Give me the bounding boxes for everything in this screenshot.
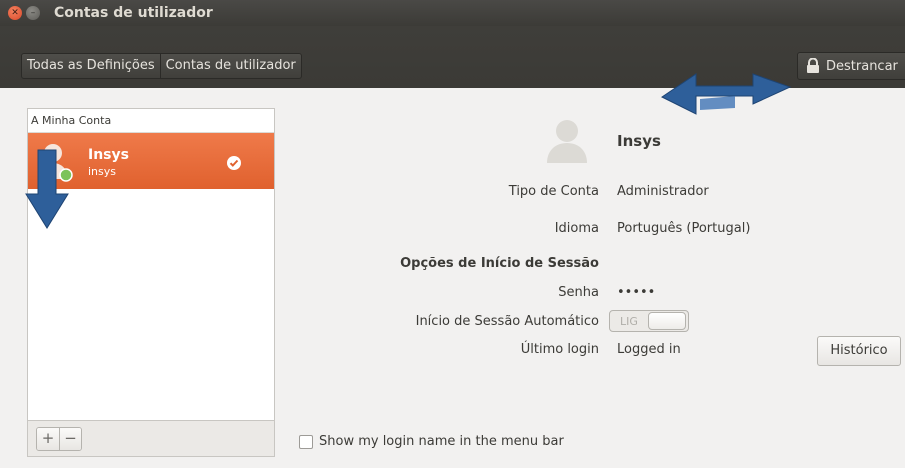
user-list-toolbar: + − xyxy=(27,421,275,457)
detail-avatar-icon[interactable] xyxy=(544,117,590,165)
current-user-check-icon xyxy=(226,155,242,171)
auto-login-toggle[interactable]: LIG xyxy=(609,310,689,332)
password-label: Senha xyxy=(558,285,599,300)
auto-login-label: Início de Sessão Automático xyxy=(415,314,599,329)
window-title: Contas de utilizador xyxy=(54,5,213,21)
breadcrumb-user-accounts[interactable]: Contas de utilizador xyxy=(159,54,301,78)
user-login: insys xyxy=(88,165,116,178)
lock-icon xyxy=(806,58,820,74)
unlock-label: Destrancar xyxy=(826,58,898,74)
add-user-button[interactable]: + xyxy=(37,428,59,450)
breadcrumb-all-settings[interactable]: Todas as Definições xyxy=(22,54,160,78)
remove-user-button[interactable]: − xyxy=(59,428,81,450)
show-login-name-checkbox[interactable] xyxy=(299,434,313,449)
language-value[interactable]: Português (Portugal) xyxy=(617,221,750,236)
user-accounts-window: ✕ – Contas de utilizador Todas as Defini… xyxy=(0,0,905,468)
minimize-icon: – xyxy=(30,7,36,18)
last-login-label: Último login xyxy=(520,342,599,357)
close-icon: ✕ xyxy=(11,7,19,18)
login-options-heading: Opções de Início de Sessão xyxy=(400,256,599,271)
auto-login-toggle-text: LIG xyxy=(620,314,638,328)
detail-user-name[interactable]: Insys xyxy=(617,132,661,150)
history-button[interactable]: Histórico xyxy=(817,336,901,366)
toggle-knob xyxy=(648,312,686,330)
add-remove-group: + − xyxy=(36,427,82,451)
user-name: Insys xyxy=(88,147,129,163)
close-window-button[interactable]: ✕ xyxy=(8,6,22,20)
show-login-name-label: Show my login name in the menu bar xyxy=(319,434,564,449)
user-avatar-icon xyxy=(36,141,74,183)
section-my-account: A Minha Conta xyxy=(28,109,274,133)
language-label: Idioma xyxy=(554,221,599,236)
last-login-value: Logged in xyxy=(617,342,681,357)
title-bar: ✕ – Contas de utilizador xyxy=(0,0,905,26)
user-row-insys[interactable]: Insys insys xyxy=(28,133,274,189)
user-list: A Minha Conta Insys insys xyxy=(27,108,275,421)
account-type-value[interactable]: Administrador xyxy=(617,184,709,199)
password-value[interactable]: ••••• xyxy=(617,285,655,300)
account-type-label: Tipo de Conta xyxy=(508,184,599,199)
toolbar: Todas as Definições Contas de utilizador… xyxy=(0,26,905,88)
unlock-button[interactable]: Destrancar xyxy=(797,52,905,80)
minimize-window-button[interactable]: – xyxy=(26,6,40,20)
breadcrumb: Todas as Definições Contas de utilizador xyxy=(21,53,302,79)
show-login-name-option[interactable]: Show my login name in the menu bar xyxy=(299,434,564,449)
